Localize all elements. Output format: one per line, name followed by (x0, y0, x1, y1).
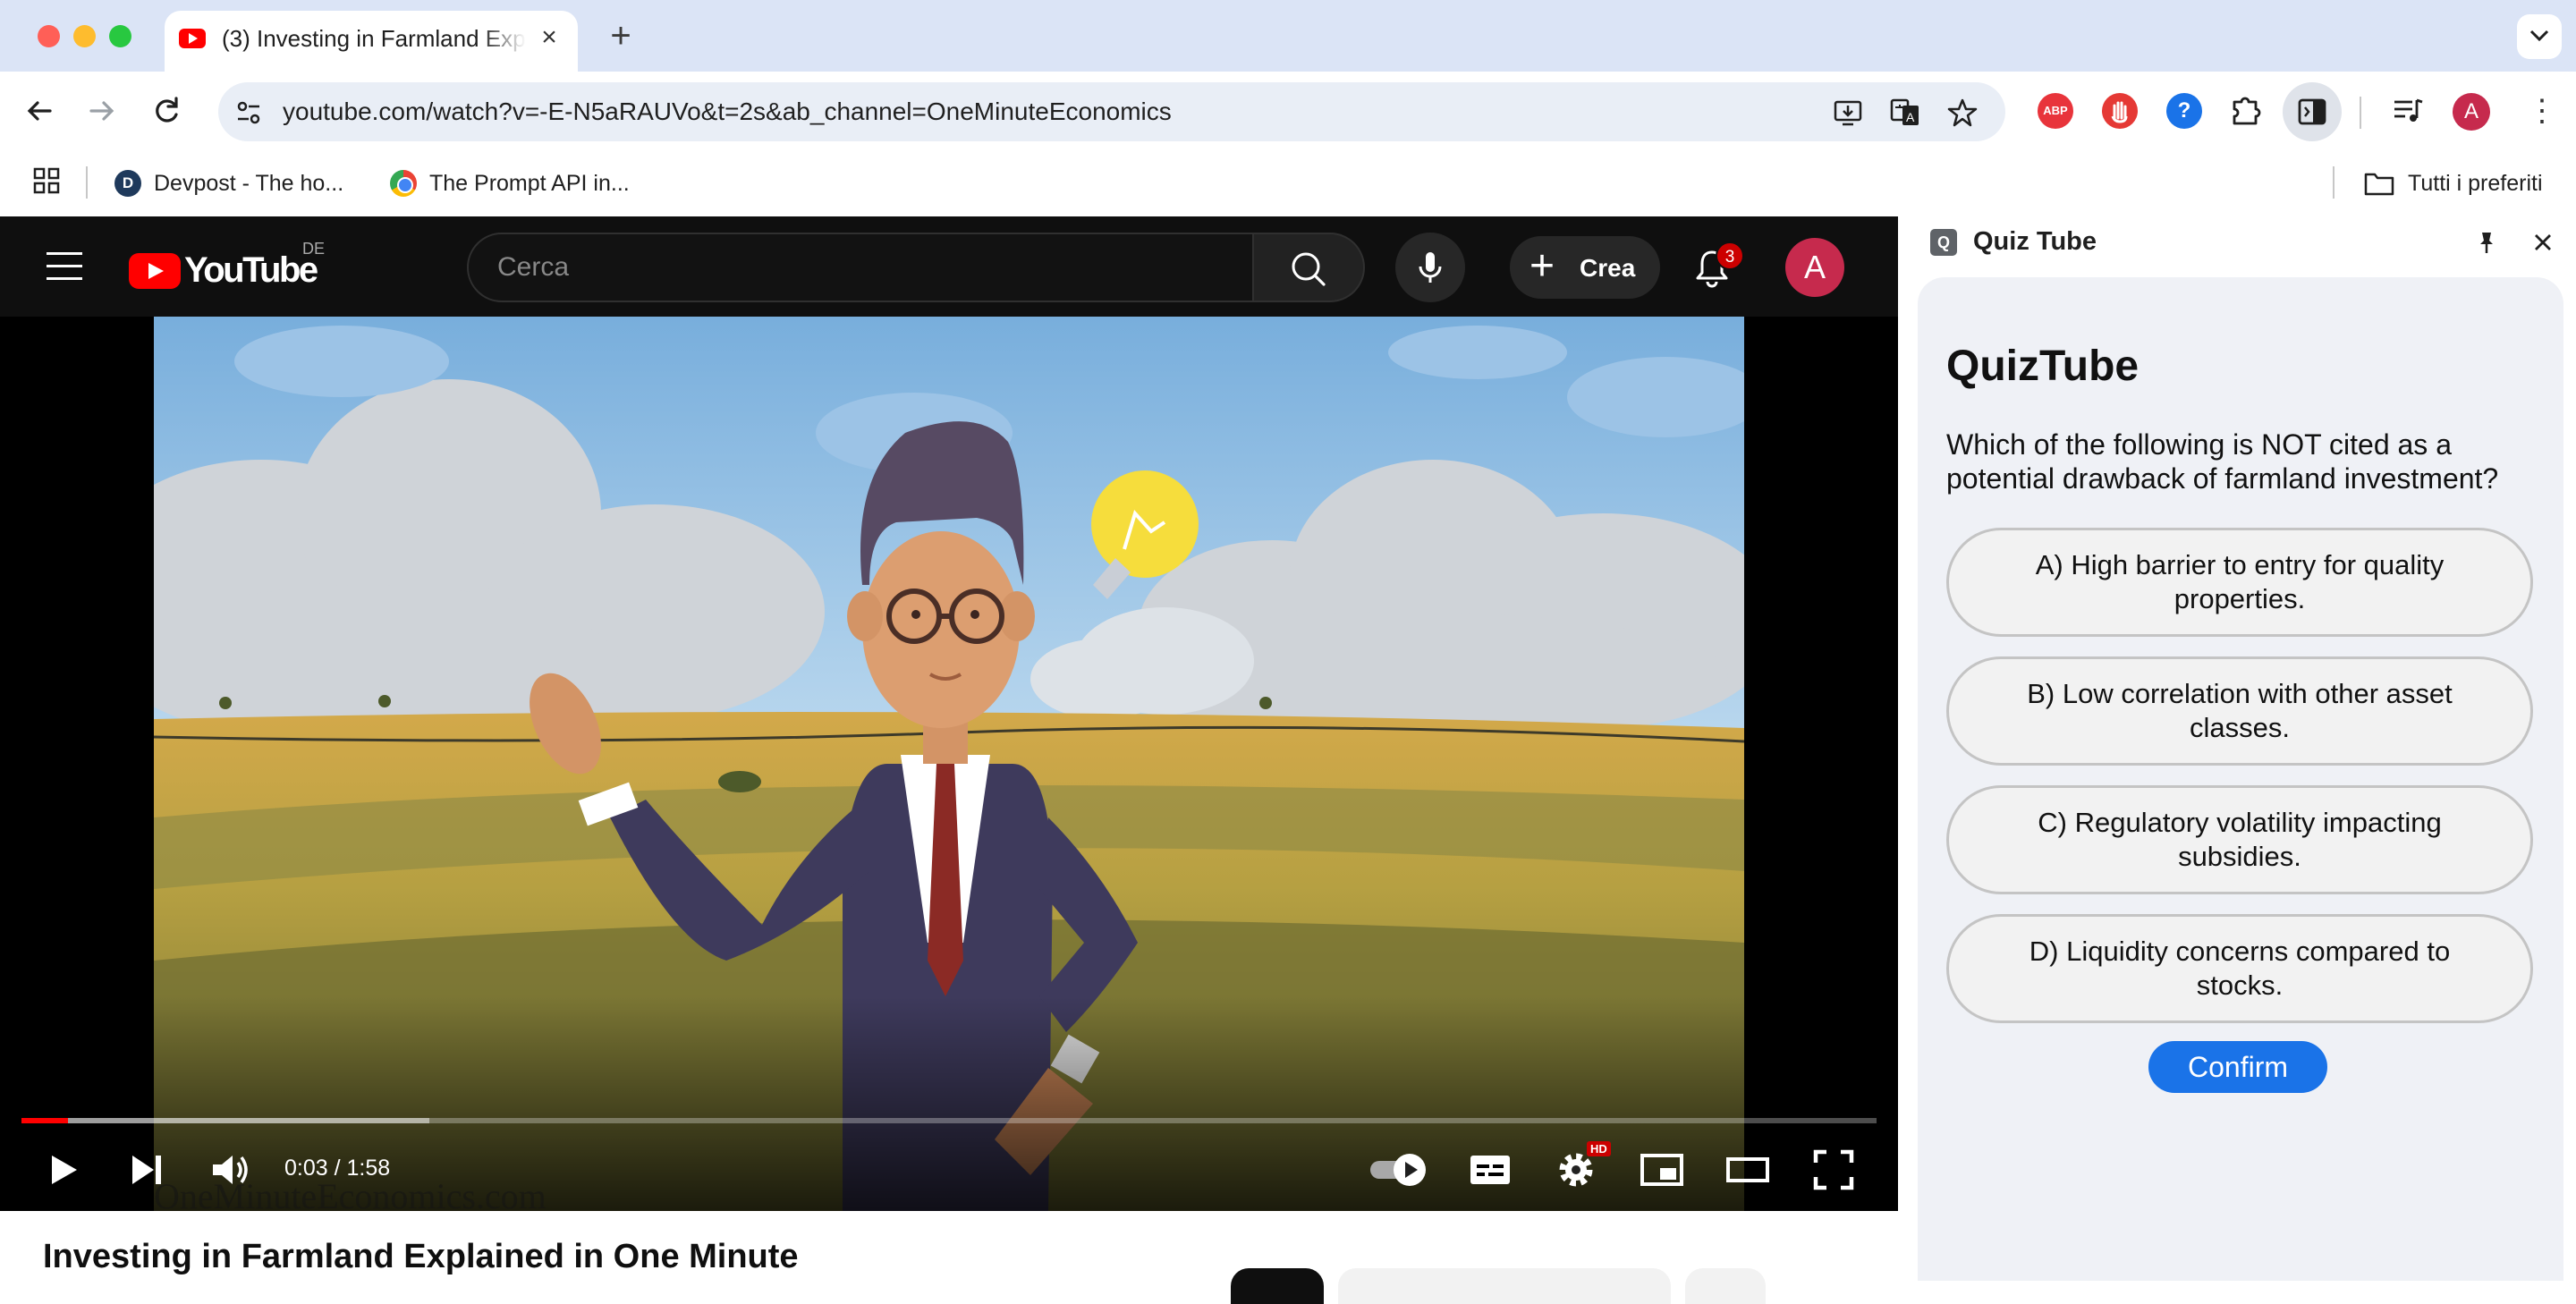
subscribe-button-edge[interactable] (1231, 1268, 1324, 1304)
option-label: C) Regulatory volatility impacting subsi… (2038, 807, 2442, 872)
folder-icon (2364, 173, 2394, 196)
pin-icon[interactable] (2473, 229, 2500, 256)
all-bookmarks-label: Tutti i preferiti (2408, 170, 2543, 196)
bookmark-star-icon[interactable] (1946, 97, 1979, 129)
option-label: A) High barrier to entry for quality pro… (2035, 549, 2445, 614)
youtube-logo-text: YouTube (184, 250, 318, 290)
address-bar[interactable]: youtube.com/watch?v=-E-N5aRAUVo&t=2s&ab_… (218, 82, 2005, 141)
install-app-icon[interactable] (1832, 97, 1864, 129)
profile-avatar[interactable]: A (2453, 93, 2490, 131)
side-panel-icon (2298, 98, 2326, 125)
create-button[interactable]: + Crea (1510, 236, 1660, 299)
search-placeholder: Cerca (497, 252, 570, 282)
browser-toolbar: youtube.com/watch?v=-E-N5aRAUVo&t=2s&ab_… (0, 72, 2576, 152)
quiz-option-c[interactable]: C) Regulatory volatility impacting subsi… (1946, 785, 2533, 894)
window-zoom-button[interactable] (109, 25, 131, 47)
play-icon[interactable] (38, 1145, 88, 1195)
bookmarks-bar: D Devpost - The ho... The Prompt API in.… (0, 152, 2576, 216)
bookmarks-divider (86, 166, 88, 199)
bookmark-prompt-api[interactable]: The Prompt API in... (390, 165, 630, 202)
bookmarks-divider (2333, 166, 2334, 199)
country-code: DE (302, 240, 326, 258)
hd-badge: HD (1587, 1141, 1611, 1156)
bookmark-devpost[interactable]: D Devpost - The ho... (114, 165, 343, 202)
guide-menu-icon[interactable] (47, 252, 82, 281)
media-controls-icon[interactable] (2390, 93, 2426, 129)
autoplay-toggle-icon[interactable] (1367, 1145, 1431, 1195)
back-arrow-icon[interactable] (20, 91, 59, 131)
bookmark-label: The Prompt API in... (429, 170, 630, 196)
youtube-page: YouTube DE Cerca + Crea 3 A OneMinuteEco… (0, 216, 1898, 1304)
close-panel-icon[interactable] (2529, 229, 2556, 256)
like-dislike-pill-edge[interactable] (1338, 1268, 1671, 1304)
option-label: D) Liquidity concerns compared to stocks… (2029, 936, 2451, 1001)
toolbar-divider (2360, 97, 2361, 129)
reload-icon[interactable] (147, 91, 186, 131)
progress-buffered (21, 1118, 430, 1123)
quiztube-extension-icon: Q (1930, 229, 1957, 256)
video-player[interactable]: OneMinuteEconomics.com 0:03 / 1:58 HD (0, 317, 1898, 1211)
tab-strip: (3) Investing in Farmland Explained in O… (0, 0, 2576, 72)
volume-icon[interactable] (206, 1145, 256, 1195)
tab-close-icon[interactable]: × (533, 21, 565, 54)
browser-tab-active[interactable]: (3) Investing in Farmland Explained in O… (165, 11, 578, 72)
svg-text:A: A (1906, 110, 1915, 124)
hand-icon (2111, 101, 2128, 123)
chevron-down-icon (2529, 30, 2549, 42)
tab-search-button[interactable] (2517, 14, 2562, 59)
progress-played (21, 1118, 68, 1123)
youtube-search-button[interactable] (1254, 233, 1365, 302)
new-tab-button[interactable]: + (601, 16, 640, 55)
quiz-heading: QuizTube (1946, 343, 2140, 390)
microphone-icon (1419, 252, 1442, 283)
next-video-icon[interactable] (122, 1145, 172, 1195)
more-menu-icon[interactable]: ⋮ (2524, 93, 2560, 129)
youtube-search-input[interactable]: Cerca (467, 233, 1254, 302)
youtube-logo[interactable]: YouTube (129, 250, 318, 291)
quiz-option-b[interactable]: B) Low correlation with other asset clas… (1946, 656, 2533, 766)
miniplayer-icon[interactable] (1637, 1145, 1687, 1195)
translate-icon[interactable]: A (1889, 97, 1921, 129)
option-label: B) Low correlation with other asset clas… (2027, 678, 2453, 743)
video-title: Investing in Farmland Explained in One M… (43, 1238, 799, 1275)
notification-count-badge: 3 (1716, 241, 1744, 270)
theater-mode-icon[interactable] (1723, 1145, 1773, 1195)
devpost-icon: D (114, 170, 141, 197)
youtube-masthead: YouTube DE Cerca + Crea 3 A (0, 216, 1898, 317)
time-display: 0:03 / 1:58 (284, 1156, 391, 1181)
video-progress-bar[interactable] (21, 1118, 1877, 1123)
confirm-button[interactable]: Confirm (2148, 1041, 2327, 1093)
quiz-question: Which of the following is NOT cited as a… (1946, 428, 2499, 495)
share-button-edge[interactable] (1685, 1268, 1766, 1304)
help-extension-icon[interactable]: ? (2166, 93, 2202, 129)
quiz-option-a[interactable]: A) High barrier to entry for quality pro… (1946, 528, 2533, 637)
window-close-button[interactable] (38, 25, 60, 47)
plus-icon: + (1530, 242, 1555, 290)
url-text[interactable]: youtube.com/watch?v=-E-N5aRAUVo&t=2s&ab_… (283, 97, 1172, 127)
site-info-icon[interactable] (234, 98, 263, 127)
fullscreen-icon[interactable] (1809, 1145, 1859, 1195)
subtitles-icon[interactable] (1465, 1145, 1515, 1195)
adblock-plus-icon[interactable]: ABP (2038, 93, 2073, 129)
tab-title: (3) Investing in Farmland Explained in O… (222, 25, 526, 52)
voice-search-button[interactable] (1395, 233, 1465, 302)
chrome-icon (390, 170, 417, 197)
quiz-option-d[interactable]: D) Liquidity concerns compared to stocks… (1946, 914, 2533, 1023)
account-avatar[interactable]: A (1785, 238, 1844, 297)
side-panel-title: Quiz Tube (1973, 227, 2097, 256)
bookmark-label: Devpost - The ho... (154, 170, 344, 196)
youtube-play-logo-icon (129, 252, 181, 289)
create-label: Crea (1580, 254, 1636, 282)
youtube-favicon-icon (179, 29, 206, 48)
search-icon (1292, 252, 1326, 286)
forward-arrow-icon[interactable] (82, 91, 122, 131)
apps-grid-icon[interactable] (32, 166, 61, 195)
side-panel: Q Quiz Tube QuizTube Which of the follow… (1898, 216, 2576, 1281)
all-bookmarks-folder[interactable]: Tutti i preferiti (2363, 165, 2543, 202)
side-panel-toggle-button[interactable] (2283, 82, 2342, 141)
window-minimize-button[interactable] (73, 25, 96, 47)
stop-hand-extension-icon[interactable] (2102, 93, 2138, 129)
extensions-puzzle-icon[interactable] (2227, 89, 2267, 129)
